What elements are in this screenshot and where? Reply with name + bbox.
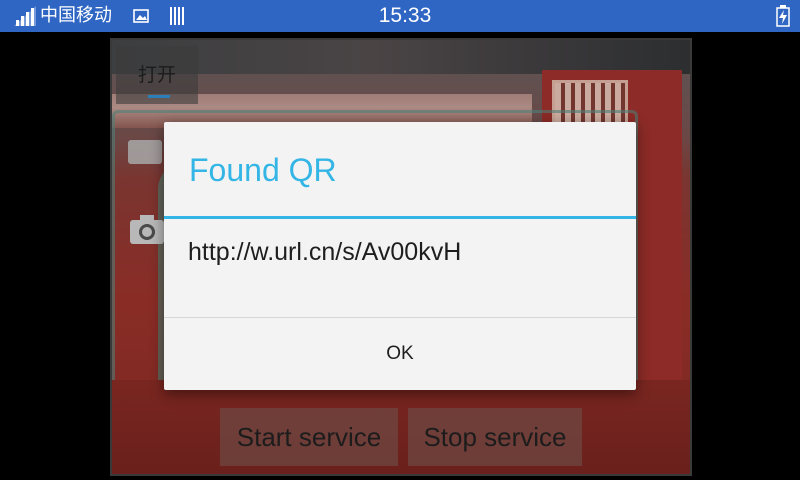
status-bar: 中国移动 15:33 <box>0 0 800 32</box>
signal-icon <box>14 6 36 26</box>
dialog-message: http://w.url.cn/s/Av00kvH <box>188 238 462 266</box>
status-clock: 15:33 <box>378 4 432 27</box>
bars-icon <box>170 7 184 25</box>
ok-button[interactable]: OK <box>164 318 636 390</box>
title-divider <box>164 216 636 219</box>
battery-charging-icon <box>776 5 790 27</box>
qr-result-dialog: Found QR http://w.url.cn/s/Av00kvH OK <box>164 122 636 390</box>
gallery-icon <box>133 9 149 23</box>
dialog-title: Found QR <box>189 152 337 188</box>
carrier-name: 中国移动 <box>40 5 112 26</box>
